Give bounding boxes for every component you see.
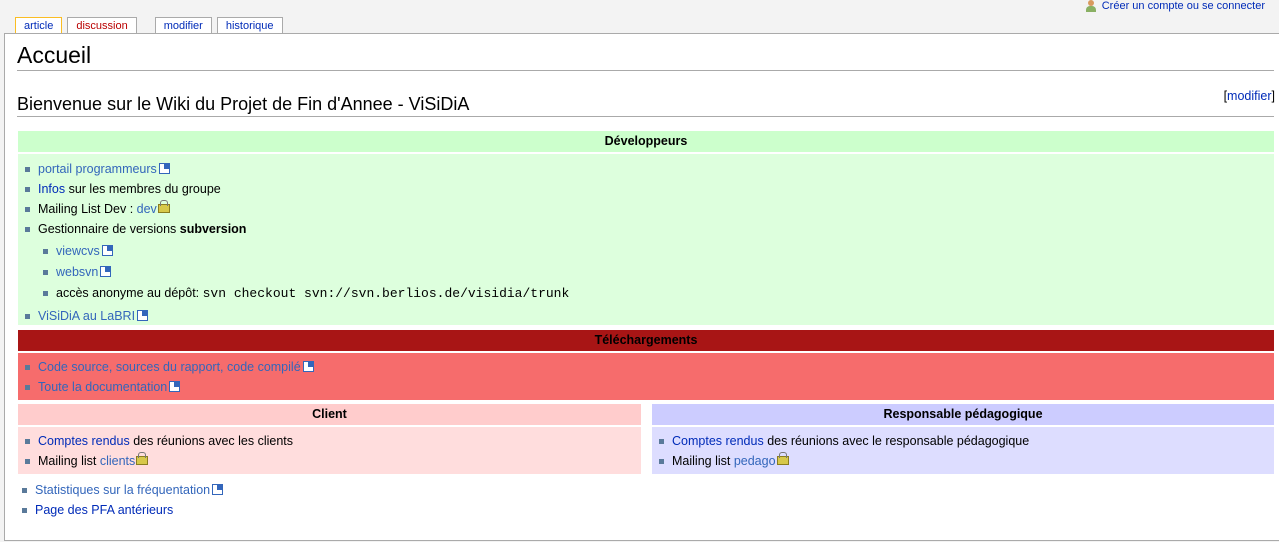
list-item: Gestionnaire de versions subversion view… [25, 219, 1274, 304]
list-item: Toute la documentation [25, 377, 1274, 397]
pedago-mail-link[interactable]: pedago [734, 454, 776, 468]
list-item: Infos sur les membres du groupe [25, 179, 1274, 199]
text: sur les membres du groupe [65, 182, 221, 196]
list-item: Code source, sources du rapport, code co… [25, 357, 1274, 377]
downloads-header: Téléchargements [18, 330, 1274, 351]
code-source-link[interactable]: Code source, sources du rapport, code co… [38, 360, 301, 374]
responsable-header: Responsable pédagogique [652, 404, 1274, 425]
lock-icon [157, 200, 170, 213]
page-title: Accueil [17, 42, 1274, 71]
client-header: Client [18, 404, 641, 425]
list-item: Mailing list clients [25, 451, 641, 471]
svn-command: svn checkout svn://svn.berlios.de/visidi… [202, 286, 570, 301]
text: des réunions avec les clients [129, 434, 293, 448]
list-item: viewcvs [43, 241, 1274, 262]
documentation-link[interactable]: Toute la documentation [38, 380, 167, 394]
external-link-icon [100, 266, 112, 277]
statistiques-link[interactable]: Statistiques sur la fréquentation [35, 483, 210, 497]
external-link-icon [158, 163, 170, 174]
list-item: websvn [43, 262, 1274, 283]
developers-header: Développeurs [18, 131, 1274, 152]
text: Gestionnaire de versions [38, 222, 180, 236]
list-item: Mailing list pedago [659, 451, 1274, 471]
tab-historique[interactable]: historique [216, 17, 283, 34]
bottom-list: Statistiques sur la fréquentation Page d… [15, 480, 224, 520]
text: Mailing list [38, 454, 100, 468]
user-icon [1085, 0, 1097, 12]
responsable-box: Responsable pédagogique Comptes rendus d… [652, 404, 1274, 474]
dev-mail-link[interactable]: dev [137, 202, 157, 216]
tab-modifier[interactable]: modifier [154, 17, 212, 34]
list-item: Mailing List Dev : dev [25, 199, 1274, 219]
list-item: accès anonyme au dépôt: svn checkout svn… [43, 283, 1274, 304]
resp-comptes-rendus-link[interactable]: Comptes rendus [672, 434, 764, 448]
content: Accueil Bienvenue sur le Wiki du Projet … [4, 33, 1279, 541]
bracket: ] [1271, 89, 1275, 103]
list-item: Comptes rendus des réunions avec le resp… [659, 431, 1274, 451]
external-link-icon [137, 310, 149, 321]
login-link[interactable]: Créer un compte ou se connecter [1102, 0, 1265, 12]
infos-link[interactable]: Infos [38, 182, 65, 196]
text: subversion [179, 222, 247, 236]
lock-icon [776, 452, 789, 465]
list-item: ViSiDiA au LaBRI [25, 306, 1274, 326]
list-item: Statistiques sur la fréquentation [21, 480, 224, 500]
text: accès anonyme au dépôt: [56, 286, 203, 300]
list-item: Page des PFA antérieurs [21, 500, 223, 520]
external-link-icon [212, 484, 224, 495]
portail-link[interactable]: portail programmeurs [38, 162, 157, 176]
section-heading: Bienvenue sur le Wiki du Projet de Fin d… [17, 94, 1274, 117]
client-comptes-rendus-link[interactable]: Comptes rendus [38, 434, 130, 448]
text: Mailing list [672, 454, 734, 468]
text: des réunions avec le responsable pédagog… [763, 434, 1030, 448]
tab-discussion[interactable]: discussion [67, 17, 137, 34]
downloads-box: Téléchargements Code source, sources du … [18, 330, 1274, 400]
developers-box: Développeurs portail programmeurs Infos … [18, 131, 1274, 325]
external-link-icon [169, 381, 181, 392]
list-item: Comptes rendus des réunions avec les cli… [25, 431, 641, 451]
list-item: portail programmeurs [25, 159, 1274, 179]
pfa-anterieurs-link[interactable]: Page des PFA antérieurs [35, 503, 173, 517]
viewcvs-link[interactable]: viewcvs [56, 244, 100, 258]
edit-section-link[interactable]: modifier [1227, 89, 1271, 103]
clients-mail-link[interactable]: clients [100, 454, 135, 468]
external-link-icon [101, 245, 113, 256]
external-link-icon [302, 361, 314, 372]
edit-section: [modifier] [1224, 89, 1275, 103]
client-box: Client Comptes rendus des réunions avec … [18, 404, 641, 474]
websvn-link[interactable]: websvn [56, 265, 98, 279]
lock-icon [136, 452, 149, 465]
personal-tools: Créer un compte ou se connecter [1085, 0, 1265, 12]
labri-link[interactable]: ViSiDiA au LaBRI [38, 309, 135, 323]
text: Mailing List Dev : [38, 202, 137, 216]
